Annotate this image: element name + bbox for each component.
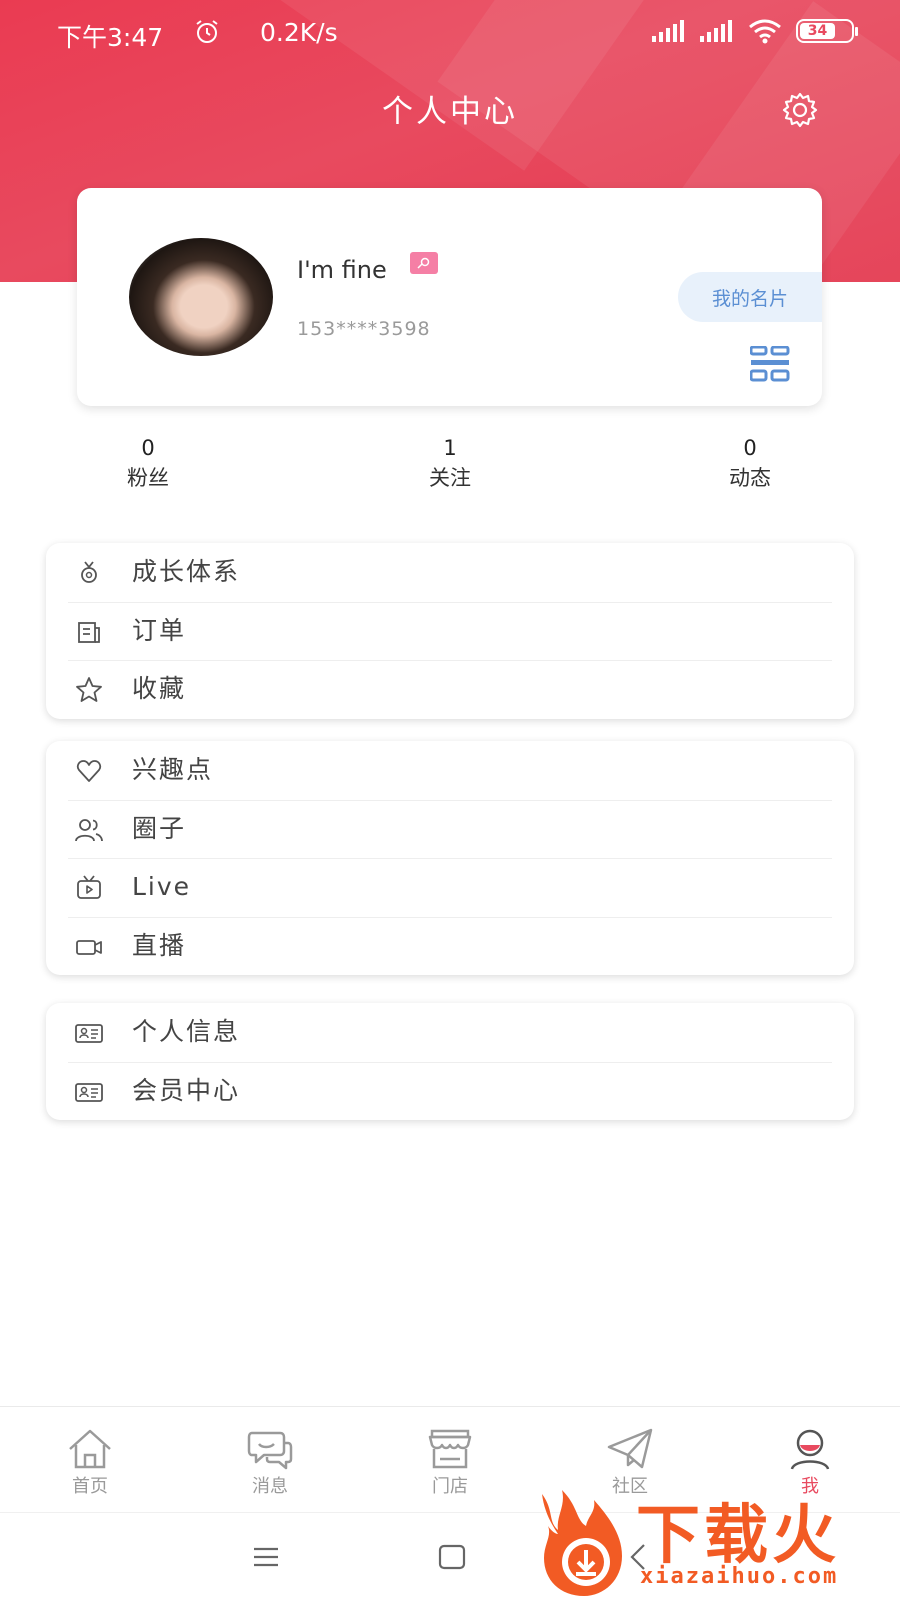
gear-icon[interactable]	[780, 90, 820, 130]
menu-item-circles[interactable]: 圈子	[46, 799, 854, 859]
home-icon	[69, 1429, 111, 1469]
menu-icon[interactable]	[248, 1539, 284, 1575]
menu-group-social: 兴趣点 圈子 Live 直播	[46, 741, 854, 975]
tab-label: 消息	[252, 1476, 288, 1497]
people-icon	[75, 818, 103, 841]
menu-label: 收藏	[132, 674, 187, 703]
chat-icon	[247, 1431, 293, 1470]
menu-item-orders[interactable]: 订单	[46, 601, 854, 661]
home-button-icon[interactable]	[434, 1539, 470, 1575]
menu-label: 个人信息	[132, 1017, 241, 1046]
menu-item-personal-info[interactable]: 个人信息	[46, 1003, 854, 1062]
tv-icon	[77, 875, 101, 899]
menu-item-interests[interactable]: 兴趣点	[46, 741, 854, 800]
page-title: 个人中心	[382, 94, 518, 130]
status-time: 下午3:47	[57, 23, 164, 52]
stats-row: 0 粉丝 1 关注 0 动态	[0, 433, 900, 503]
tab-store[interactable]: 门店	[395, 1427, 505, 1499]
tab-messages[interactable]: 消息	[215, 1427, 325, 1499]
menu-label: 成长体系	[132, 557, 241, 586]
stat-label: 粉丝	[127, 466, 169, 490]
menu-item-live[interactable]: Live	[46, 858, 854, 917]
profile-icon	[790, 1429, 830, 1470]
my-card-button[interactable]: 我的名片	[678, 272, 822, 322]
signal-icon	[652, 20, 684, 42]
user-tag-icon	[410, 252, 438, 274]
video-camera-icon	[76, 939, 102, 955]
menu-label: 订单	[132, 615, 187, 645]
user-name: I'm fine	[297, 256, 387, 284]
menu-item-favorites[interactable]: 收藏	[46, 660, 854, 719]
battery-level: 34	[800, 23, 835, 39]
tab-label: 门店	[432, 1476, 468, 1497]
menu-item-membership[interactable]: 会员中心	[46, 1061, 854, 1121]
medal-icon	[81, 561, 97, 583]
menu-label: 圈子	[132, 813, 187, 843]
tab-home[interactable]: 首页	[35, 1427, 145, 1499]
battery-icon: 34	[796, 19, 858, 43]
id-card-icon	[75, 1024, 103, 1043]
watermark-url: xiazaihuo.com	[640, 1564, 839, 1589]
stat-label: 关注	[429, 466, 471, 490]
menu-label: Live	[132, 872, 192, 901]
stat-value: 1	[443, 436, 457, 460]
store-icon	[428, 1429, 472, 1469]
star-icon	[76, 677, 102, 702]
menu-item-livestream[interactable]: 直播	[46, 916, 854, 976]
flame-logo-icon	[542, 1490, 622, 1596]
avatar[interactable]	[129, 238, 273, 356]
tab-label: 首页	[72, 1476, 108, 1497]
alarm-icon	[196, 20, 218, 43]
menu-group-profile: 个人信息 会员中心	[46, 1003, 854, 1120]
stat-value: 0	[743, 436, 757, 460]
watermark-text: 下载火	[636, 1499, 840, 1573]
stat-posts[interactable]: 0 动态	[690, 433, 810, 493]
user-phone: 153****3598	[297, 318, 431, 340]
profile-card: I'm fine 153****3598 我的名片	[77, 188, 822, 406]
menu-item-growth[interactable]: 成长体系	[46, 543, 854, 602]
network-speed: 0.2K/s	[260, 18, 338, 47]
signal-icon	[700, 20, 732, 42]
order-icon	[78, 621, 100, 643]
stat-following[interactable]: 1 关注	[390, 433, 510, 493]
menu-label: 直播	[132, 930, 187, 960]
stat-fans[interactable]: 0 粉丝	[88, 433, 208, 493]
id-card-icon	[75, 1082, 103, 1102]
heart-icon	[76, 760, 102, 782]
menu-label: 兴趣点	[132, 755, 214, 784]
menu-group-account: 成长体系 订单 收藏	[46, 543, 854, 719]
menu-label: 会员中心	[132, 1075, 241, 1105]
qr-code-icon[interactable]	[750, 346, 790, 382]
stat-label: 动态	[729, 466, 771, 490]
watermark: 下载火 xiazaihuo.com	[532, 1478, 900, 1600]
paper-plane-icon	[607, 1428, 653, 1469]
status-bar: 下午3:47 0.2K/s 34	[0, 0, 900, 66]
status-indicators: 34	[652, 18, 858, 44]
stat-value: 0	[141, 436, 155, 460]
wifi-icon	[749, 19, 781, 44]
